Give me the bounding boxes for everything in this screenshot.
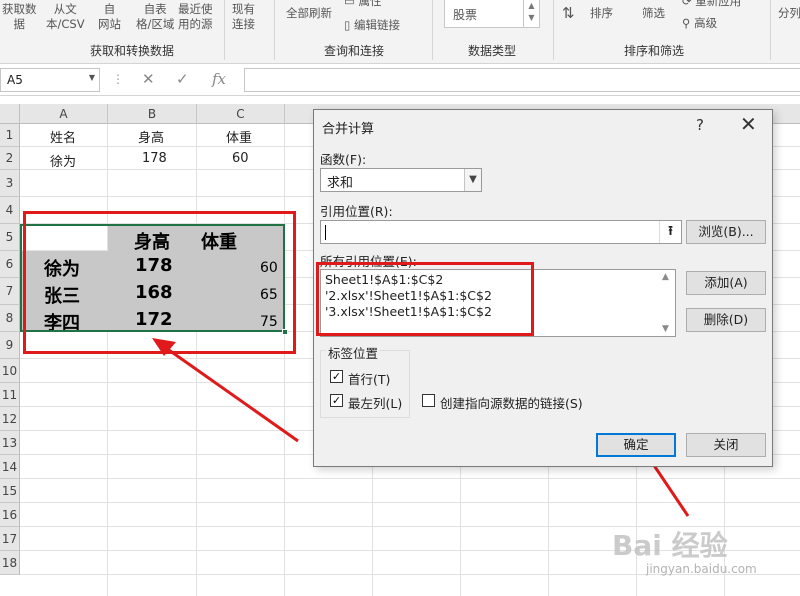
scroll-up-icon[interactable]: ▲ [662, 272, 669, 282]
annotation-box-references [316, 262, 534, 336]
watermark-url: jingyan.baidu.com [646, 562, 757, 576]
ok-button[interactable]: 确定 [596, 433, 676, 457]
delete-button[interactable]: 删除(D) [686, 308, 766, 332]
collapse-dialog-icon[interactable]: ⭱ [659, 221, 681, 243]
left-column-label[interactable]: 最左列(L) [348, 393, 402, 412]
left-column-checkbox[interactable]: ✓ [330, 394, 343, 407]
arrow-line [165, 346, 299, 443]
function-label: 函数(F): [320, 152, 367, 167]
references-scrollbar[interactable]: ▲ ▼ [658, 270, 675, 336]
watermark-logo: Bai 经验 [612, 529, 728, 562]
reference-input[interactable]: ⭱ [320, 220, 682, 244]
label-position-title: 标签位置 [326, 343, 381, 362]
function-select[interactable]: 求和 ▼ [320, 168, 482, 192]
top-row-label[interactable]: 首行(T) [348, 369, 390, 388]
create-links-label[interactable]: 创建指向源数据的链接(S) [440, 393, 583, 412]
help-icon[interactable]: ? [696, 116, 704, 134]
create-links-checkbox[interactable] [422, 394, 435, 407]
dialog-title: 合并计算 [322, 122, 375, 137]
add-button[interactable]: 添加(A) [686, 271, 766, 295]
close-icon[interactable]: ✕ [740, 112, 757, 136]
scroll-down-icon[interactable]: ▼ [662, 324, 669, 334]
text-caret [325, 225, 326, 240]
top-row-checkbox[interactable]: ✓ [330, 370, 343, 383]
close-button[interactable]: 关闭 [686, 433, 766, 457]
chevron-down-icon[interactable]: ▼ [464, 169, 481, 191]
browse-button[interactable]: 浏览(B)... [686, 220, 766, 244]
reference-label: 引用位置(R): [320, 204, 393, 219]
